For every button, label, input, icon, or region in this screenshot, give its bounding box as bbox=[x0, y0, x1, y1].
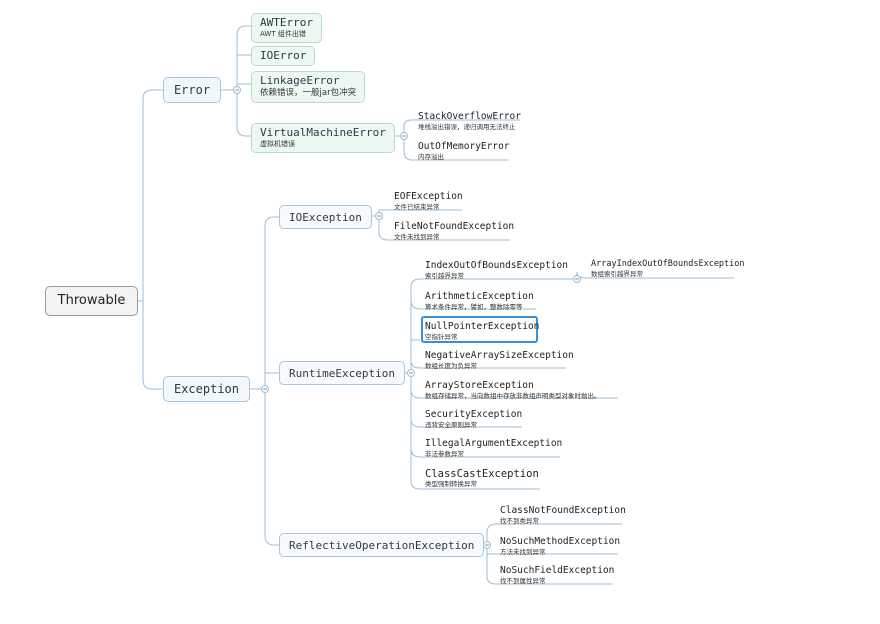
node-title: EOFException bbox=[394, 191, 463, 202]
node-title: NegativeArraySizeException bbox=[425, 350, 574, 361]
node-title: ClassCastException bbox=[425, 468, 539, 480]
node-desc: 文件已结束异常 bbox=[394, 203, 440, 211]
node-desc: 数组索引越界异常 bbox=[591, 270, 643, 278]
node-title: IllegalArgumentException bbox=[425, 438, 563, 449]
node-reflectiveoperationexception[interactable]: ReflectiveOperationException bbox=[279, 533, 485, 557]
node-desc: 数组存储异常，当向数组中存放非数组声明类型对象时抛出。 bbox=[425, 392, 601, 400]
node-desc: 方法未找到异常 bbox=[500, 548, 546, 556]
node-title: ArithmeticException bbox=[425, 291, 534, 302]
node-desc: 文件未找到异常 bbox=[394, 233, 440, 241]
node-nosuchmethodexception[interactable]: NoSuchMethodException 方法未找到异常 bbox=[500, 536, 620, 556]
node-desc: 空指针异常 bbox=[425, 333, 458, 341]
node-desc: 找不到属性异常 bbox=[500, 577, 546, 585]
node-title: IndexOutOfBoundsException bbox=[425, 260, 568, 271]
node-securityexception[interactable]: SecurityException 违背安全原则异常 bbox=[425, 409, 522, 429]
node-eofexception[interactable]: EOFException 文件已结束异常 bbox=[394, 191, 463, 211]
mindmap-canvas: Throwable Error AWTError AWT 组件出错 IOErro… bbox=[0, 0, 880, 624]
node-runtimeexception[interactable]: RuntimeException bbox=[279, 361, 405, 385]
node-title: SecurityException bbox=[425, 409, 523, 420]
node-stackoverflowerror[interactable]: StackOverflowError 堆栈溢出错误，递归调用无法终止 bbox=[418, 111, 521, 131]
node-arrayindexoutofboundsexception[interactable]: ArrayIndexOutOfBoundsException 数组索引越界异常 bbox=[591, 259, 745, 278]
node-desc: 依赖错误，一般jar包冲突 bbox=[260, 88, 357, 98]
node-error[interactable]: Error bbox=[163, 77, 221, 103]
node-illegalargumentexception[interactable]: IllegalArgumentException 非法参数异常 bbox=[425, 438, 562, 458]
node-title: IOError bbox=[260, 49, 307, 62]
node-desc: 违背安全原则异常 bbox=[425, 421, 477, 429]
node-title: NoSuchMethodException bbox=[500, 536, 621, 547]
node-title: ArrayStoreException bbox=[425, 380, 534, 391]
root-node-throwable[interactable]: Throwable bbox=[45, 286, 138, 316]
node-title: FileNotFoundException bbox=[394, 221, 515, 232]
node-desc: 找不到类异常 bbox=[500, 517, 539, 525]
node-outofmemoryerror[interactable]: OutOfMemoryError 内存溢出 bbox=[418, 141, 510, 161]
node-desc: 索引越界异常 bbox=[425, 272, 464, 280]
node-title: StackOverflowError bbox=[418, 111, 521, 122]
node-awterror[interactable]: AWTError AWT 组件出错 bbox=[251, 13, 322, 43]
node-title: LinkageError bbox=[260, 74, 340, 87]
node-linkageerror[interactable]: LinkageError 依赖错误，一般jar包冲突 bbox=[251, 71, 366, 103]
node-title: NullPointerException bbox=[425, 321, 540, 332]
node-arraystoreexception[interactable]: ArrayStoreException 数组存储异常，当向数组中存放非数组声明类… bbox=[425, 380, 601, 400]
node-title: VirtualMachineError bbox=[260, 126, 386, 139]
node-desc: 虚拟机错误 bbox=[260, 140, 295, 148]
node-title: NoSuchFieldException bbox=[500, 565, 615, 576]
node-classnotfoundexception[interactable]: ClassNotFoundException 找不到类异常 bbox=[500, 505, 626, 525]
node-ioexception[interactable]: IOException bbox=[279, 205, 372, 229]
node-classcastexception[interactable]: ClassCastException 类型强制转换异常 bbox=[425, 468, 539, 488]
node-desc: 类型强制转换异常 bbox=[425, 480, 477, 488]
node-title: OutOfMemoryError bbox=[418, 141, 510, 152]
node-desc: 数组长度为负异常 bbox=[425, 362, 477, 370]
node-filenotfoundexception[interactable]: FileNotFoundException 文件未找到异常 bbox=[394, 221, 514, 241]
node-desc: 堆栈溢出错误，递归调用无法终止 bbox=[418, 123, 516, 131]
node-virtualmachineerror[interactable]: VirtualMachineError 虚拟机错误 bbox=[251, 123, 395, 153]
node-nosuchfieldexception[interactable]: NoSuchFieldException 找不到属性异常 bbox=[500, 565, 614, 585]
node-desc: 算术条件异常，譬如，整数除零等 bbox=[425, 303, 523, 311]
node-desc: 非法参数异常 bbox=[425, 450, 464, 458]
node-arithmeticexception[interactable]: ArithmeticException 算术条件异常，譬如，整数除零等 bbox=[425, 291, 534, 311]
node-ioerror[interactable]: IOError bbox=[251, 46, 316, 66]
node-title: AWTError bbox=[260, 16, 313, 29]
node-indexoutofboundsexception[interactable]: IndexOutOfBoundsException 索引越界异常 bbox=[425, 260, 568, 280]
node-desc: AWT 组件出错 bbox=[260, 30, 306, 38]
node-desc: 内存溢出 bbox=[418, 153, 444, 161]
node-title: ArrayIndexOutOfBoundsException bbox=[591, 259, 745, 269]
node-nullpointerexception[interactable]: NullPointerException 空指针异常 bbox=[425, 321, 539, 341]
node-exception[interactable]: Exception bbox=[163, 376, 250, 402]
node-title: ClassNotFoundException bbox=[500, 505, 626, 516]
node-negativearraysizeexception[interactable]: NegativeArraySizeException 数组长度为负异常 bbox=[425, 350, 574, 370]
